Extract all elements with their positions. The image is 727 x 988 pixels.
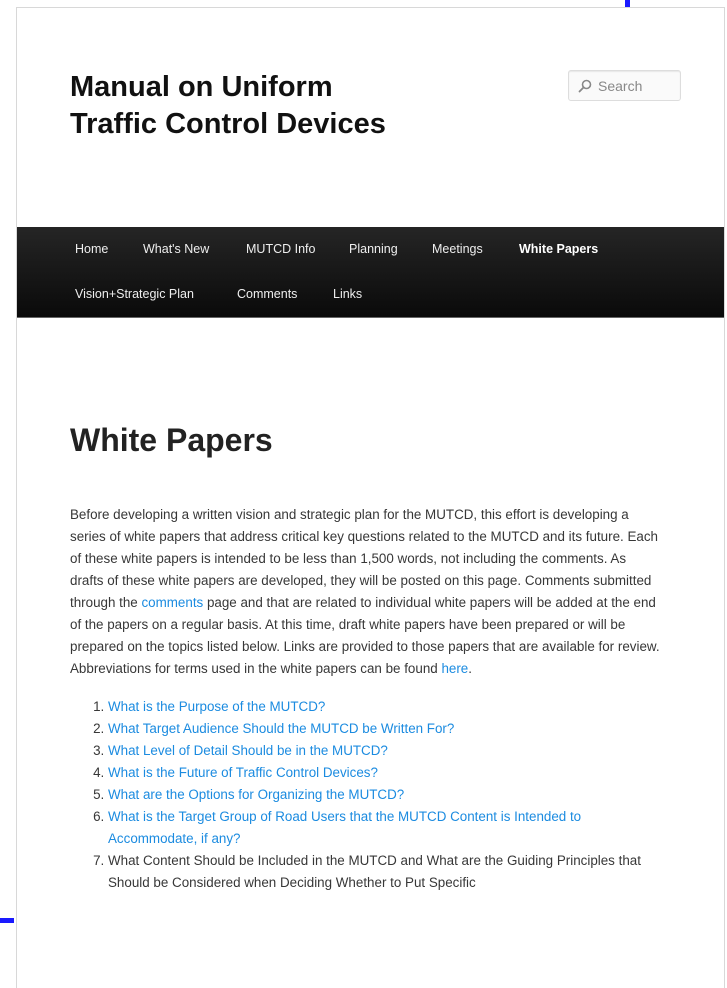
nav-item-mutcd-info[interactable]: MUTCD Info — [246, 227, 315, 271]
white-papers-list: What is the Purpose of the MUTCD? What T… — [70, 696, 660, 894]
nav-item-planning[interactable]: Planning — [349, 227, 398, 271]
list-item: What are the Options for Organizing the … — [108, 784, 660, 806]
nav-item-vision-strategic-plan[interactable]: Vision+Strategic Plan — [75, 272, 194, 316]
nav-item-links[interactable]: Links — [333, 272, 362, 316]
list-item: What is the Future of Traffic Control De… — [108, 762, 660, 784]
list-item: What is the Target Group of Road Users t… — [108, 806, 660, 850]
main-navigation: Home What's New MUTCD Info Planning Meet… — [17, 227, 724, 318]
list-item: What Level of Detail Should be in the MU… — [108, 740, 660, 762]
abbreviations-link[interactable]: here — [441, 661, 468, 676]
site-title[interactable]: Manual on Uniform Traffic Control Device… — [70, 69, 400, 143]
paper-link-3[interactable]: What Level of Detail Should be in the MU… — [108, 743, 388, 758]
paper-link-5[interactable]: What are the Options for Organizing the … — [108, 787, 404, 802]
paper-link-1[interactable]: What is the Purpose of the MUTCD? — [108, 699, 325, 714]
page-container: Manual on Uniform Traffic Control Device… — [16, 7, 725, 988]
nav-item-white-papers[interactable]: White Papers — [519, 227, 598, 271]
page-title: White Papers — [70, 422, 273, 458]
search-icon — [578, 79, 592, 92]
nav-item-home[interactable]: Home — [75, 227, 108, 271]
edge-marker-bottom — [0, 918, 14, 923]
intro-text-3: . — [468, 661, 472, 676]
list-item: What Content Should be Included in the M… — [108, 850, 660, 894]
paper-title-7: What Content Should be Included in the M… — [108, 853, 641, 890]
list-item: What Target Audience Should the MUTCD be… — [108, 718, 660, 740]
paper-link-4[interactable]: What is the Future of Traffic Control De… — [108, 765, 378, 780]
search-input[interactable] — [598, 77, 678, 94]
nav-item-comments[interactable]: Comments — [237, 272, 297, 316]
nav-item-whats-new[interactable]: What's New — [143, 227, 209, 271]
comments-link[interactable]: comments — [141, 595, 203, 610]
entry-content: Before developing a written vision and s… — [70, 504, 660, 894]
paper-link-2[interactable]: What Target Audience Should the MUTCD be… — [108, 721, 454, 736]
edge-marker-top — [625, 0, 630, 7]
search-box[interactable] — [568, 70, 681, 101]
paper-link-6[interactable]: What is the Target Group of Road Users t… — [108, 809, 581, 846]
list-item: What is the Purpose of the MUTCD? — [108, 696, 660, 718]
nav-item-meetings[interactable]: Meetings — [432, 227, 483, 271]
intro-paragraph: Before developing a written vision and s… — [70, 504, 660, 680]
